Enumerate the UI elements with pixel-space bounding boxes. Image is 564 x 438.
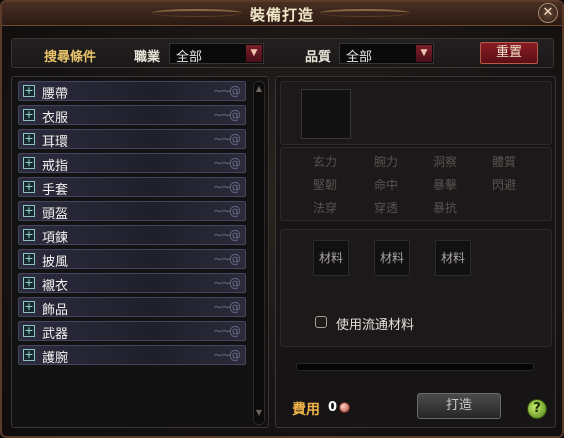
list-scrollbar[interactable]: ▲ ▼: [253, 81, 265, 425]
list-item-label: 耳環: [42, 135, 69, 150]
list-item-accessory[interactable]: + 飾品 ~~@: [18, 297, 246, 318]
coin-icon: [339, 402, 350, 413]
list-item-label: 頭盔: [42, 207, 69, 222]
expand-plus-icon[interactable]: +: [23, 349, 35, 361]
stat-label: 穿透: [374, 201, 399, 215]
list-item-label: 飾品: [42, 303, 69, 318]
search-filter-bar: 搜尋條件 職業 全部 ▼ 品質 全部 ▼ 重置: [11, 38, 554, 68]
list-item-label: 護腕: [42, 351, 69, 366]
quality-label: 品質: [305, 50, 332, 65]
swirl-ornament-icon: ~~@: [212, 276, 241, 290]
list-item-weapon[interactable]: + 武器 ~~@: [18, 321, 246, 342]
expand-plus-icon[interactable]: +: [23, 205, 35, 217]
cost-value: 0: [328, 400, 338, 415]
expand-plus-icon[interactable]: +: [23, 133, 35, 145]
title-bar[interactable]: 裝備打造 ✕: [2, 2, 562, 26]
swirl-ornament-icon: ~~@: [212, 132, 241, 146]
swirl-ornament-icon: ~~@: [212, 348, 241, 362]
chevron-down-icon[interactable]: ▼: [416, 45, 432, 62]
list-item-label: 戒指: [42, 159, 69, 174]
list-item-label: 武器: [42, 327, 69, 342]
swirl-ornament-icon: ~~@: [212, 180, 241, 194]
list-item-belt[interactable]: + 腰帶 ~~@: [18, 81, 246, 102]
swirl-ornament-icon: ~~@: [212, 324, 241, 338]
list-item-earring[interactable]: + 耳環 ~~@: [18, 129, 246, 150]
list-item-label: 襯衣: [42, 279, 69, 294]
expand-plus-icon[interactable]: +: [23, 157, 35, 169]
use-circulating-materials-checkbox[interactable]: [315, 316, 327, 328]
swirl-ornament-icon: ~~@: [212, 300, 241, 314]
stat-label: 玄力: [313, 155, 338, 169]
stat-label: 法穿: [313, 201, 338, 215]
expand-plus-icon[interactable]: +: [23, 301, 35, 313]
forge-button[interactable]: 打造: [417, 393, 501, 419]
stat-label: 閃避: [492, 178, 517, 192]
scroll-up-icon[interactable]: ▲: [254, 84, 264, 98]
stat-label: 堅韌: [313, 178, 338, 192]
job-select-value: 全部: [176, 50, 203, 65]
stat-label: 腕力: [374, 155, 399, 169]
material-area: 材料 材料 材料 使用流通材料: [280, 229, 552, 347]
job-label: 職業: [134, 50, 161, 65]
expand-plus-icon[interactable]: +: [23, 109, 35, 121]
list-item-cloak[interactable]: + 披風 ~~@: [18, 249, 246, 270]
quality-select-value: 全部: [346, 50, 373, 65]
swirl-ornament-icon: ~~@: [212, 252, 241, 266]
expand-plus-icon[interactable]: +: [23, 85, 35, 97]
stat-label: 暴擊: [433, 178, 458, 192]
forge-progress-bar: [296, 363, 534, 371]
list-item-shirt[interactable]: + 襯衣 ~~@: [18, 273, 246, 294]
expand-plus-icon[interactable]: +: [23, 181, 35, 193]
search-criteria-title: 搜尋條件: [44, 50, 97, 65]
stats-area: 玄力 腕力 洞察 體質 堅韌 命中 暴擊 閃避 法穿 穿透 暴抗: [280, 147, 552, 221]
close-button[interactable]: ✕: [538, 3, 558, 23]
quality-select[interactable]: 全部 ▼: [339, 43, 434, 65]
swirl-ornament-icon: ~~@: [212, 204, 241, 218]
material-slot[interactable]: 材料: [313, 240, 349, 276]
list-item-necklace[interactable]: + 項鍊 ~~@: [18, 225, 246, 246]
expand-plus-icon[interactable]: +: [23, 229, 35, 241]
list-item-bracer[interactable]: + 護腕 ~~@: [18, 345, 246, 366]
result-item-slot[interactable]: [301, 89, 351, 139]
window-title: 裝備打造: [249, 6, 314, 24]
expand-plus-icon[interactable]: +: [23, 277, 35, 289]
forge-panel: 玄力 腕力 洞察 體質 堅韌 命中 暴擊 閃避 法穿 穿透 暴抗 材料 材料 材…: [275, 76, 556, 428]
material-slot[interactable]: 材料: [374, 240, 410, 276]
chevron-down-icon[interactable]: ▼: [246, 45, 262, 62]
list-item-label: 手套: [42, 183, 69, 198]
list-item-helmet[interactable]: + 頭盔 ~~@: [18, 201, 246, 222]
list-item-label: 衣服: [42, 111, 69, 126]
list-item-gloves[interactable]: + 手套 ~~@: [18, 177, 246, 198]
swirl-ornament-icon: ~~@: [212, 156, 241, 170]
stat-label: 洞察: [433, 155, 458, 169]
category-list: + 腰帶 ~~@ + 衣服 ~~@ + 耳環 ~~@ + 戒指 ~~@ + 手套…: [11, 76, 269, 428]
equipment-forge-window: 裝備打造 ✕ 搜尋條件 職業 全部 ▼ 品質 全部 ▼ 重置 + 腰帶 ~~@ …: [0, 0, 564, 438]
list-item-label: 項鍊: [42, 231, 69, 246]
list-item-ring[interactable]: + 戒指 ~~@: [18, 153, 246, 174]
use-circulating-materials-label: 使用流通材料: [336, 318, 415, 333]
stat-label: 暴抗: [433, 201, 458, 215]
swirl-ornament-icon: ~~@: [212, 108, 241, 122]
list-item-label: 腰帶: [42, 87, 69, 102]
stat-label: 命中: [374, 178, 399, 192]
list-item-label: 披風: [42, 255, 69, 270]
reset-button[interactable]: 重置: [480, 42, 538, 64]
result-area: [280, 81, 552, 145]
swirl-ornament-icon: ~~@: [212, 228, 241, 242]
swirl-ornament-icon: ~~@: [212, 84, 241, 98]
expand-plus-icon[interactable]: +: [23, 253, 35, 265]
list-item-clothes[interactable]: + 衣服 ~~@: [18, 105, 246, 126]
stat-label: 體質: [492, 155, 517, 169]
job-select[interactable]: 全部 ▼: [169, 43, 264, 65]
scroll-down-icon[interactable]: ▼: [254, 408, 264, 422]
cost-label: 費用: [292, 402, 320, 418]
material-slot[interactable]: 材料: [435, 240, 471, 276]
expand-plus-icon[interactable]: +: [23, 325, 35, 337]
help-icon[interactable]: ?: [527, 399, 547, 419]
